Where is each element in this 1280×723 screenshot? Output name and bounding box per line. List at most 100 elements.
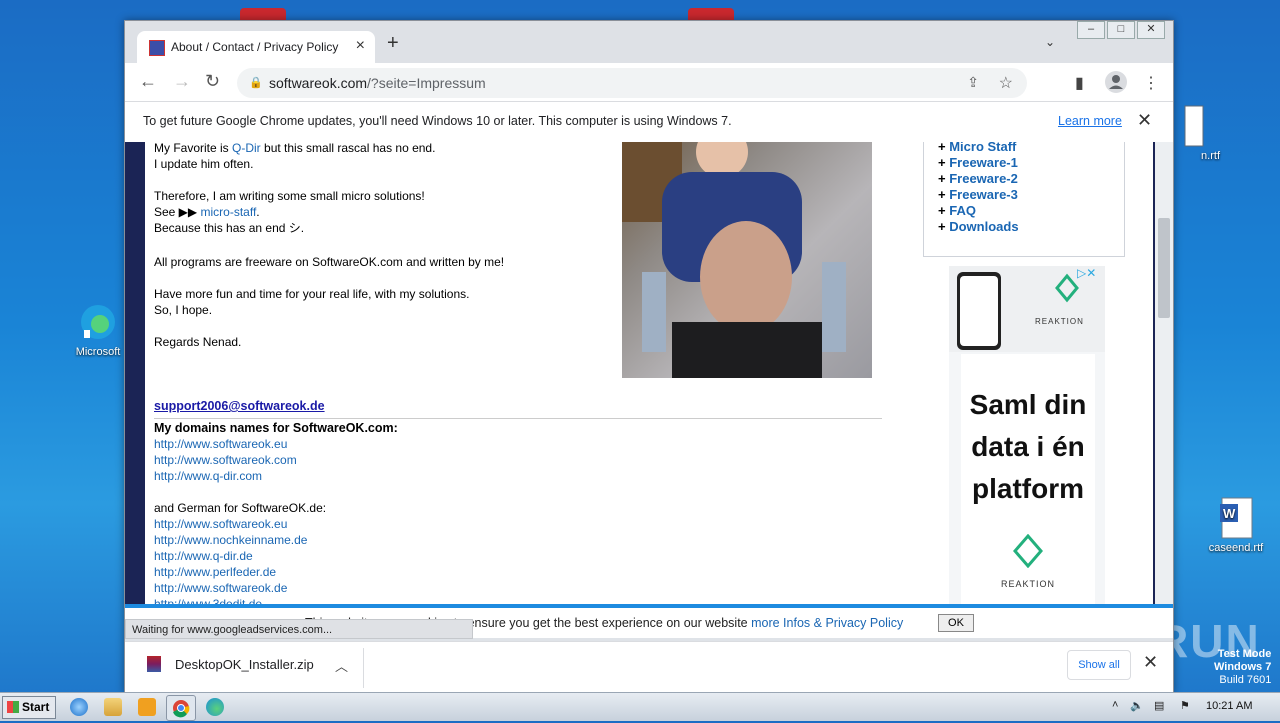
line-text: . <box>256 205 260 219</box>
ad-choices-icon[interactable]: ▷✕ <box>1077 266 1096 280</box>
side-panel-icon[interactable]: ▮ <box>1075 73 1084 93</box>
clock[interactable]: 10:21 AM <box>1206 700 1252 712</box>
german-domain-link[interactable]: http://www.perlfeder.de <box>154 564 276 580</box>
action-center-flag-icon[interactable]: ⚑ <box>1180 699 1190 712</box>
toolbar: ← → ↻ 🔒 softwareok.com/?seite=Impressum … <box>125 63 1173 101</box>
line-text: My Favorite is <box>154 142 233 155</box>
tab-search-chevron-icon[interactable]: ⌄ <box>1045 35 1055 49</box>
author-photo <box>622 142 872 378</box>
email-link[interactable]: support2006@softwareok.de <box>154 398 325 414</box>
sidebar-item-freeware-3[interactable]: + Freeware-3 <box>938 187 1018 202</box>
ad-headline: Saml din data i én platform <box>969 389 1087 504</box>
text-line: See ▶▶ micro-staff. <box>154 204 260 220</box>
qdir-link[interactable]: Q-Dir <box>232 142 261 155</box>
tab-strip: About / Contact / Privacy Policy × + ⌄ –… <box>125 21 1173 63</box>
watermark-line: Build 7601 <box>1219 674 1272 686</box>
tab-active[interactable]: About / Contact / Privacy Policy × <box>137 31 375 63</box>
windows-flag-icon <box>7 701 19 713</box>
sidebar-item-freeware-2[interactable]: + Freeware-2 <box>938 171 1018 186</box>
text-line: All programs are freeware on SoftwareOK.… <box>154 255 505 269</box>
lock-icon: 🔒 <box>249 77 263 89</box>
forward-button[interactable]: → <box>173 72 191 90</box>
menu-kebab-icon[interactable]: ⋮ <box>1143 73 1159 93</box>
sidebar-item-label: Freeware-1 <box>949 155 1018 170</box>
internet-explorer-icon[interactable] <box>70 698 88 716</box>
edge-icon[interactable] <box>206 698 224 716</box>
download-chevron-icon[interactable]: ︿ <box>335 656 348 675</box>
privacy-policy-link[interactable]: more Infos & Privacy Policy <box>751 616 903 630</box>
tray-chevron-icon[interactable]: ˄ <box>1112 699 1118 711</box>
maximize-button[interactable]: □ <box>1107 21 1135 39</box>
sidebar-menu: + Micro Staff + Freeware-1 + Freeware-2 … <box>923 142 1125 257</box>
volume-icon[interactable]: 🔈 <box>1130 699 1144 712</box>
desktop-icon-label: caseend.rtf <box>1208 542 1264 554</box>
divider <box>363 648 364 688</box>
ad-brand: REAKTION <box>1000 579 1055 589</box>
profile-avatar-icon[interactable] <box>1105 71 1127 98</box>
bookmark-star-icon[interactable]: ☆ <box>999 73 1013 93</box>
line-text: but this small rascal has no end. <box>260 142 436 155</box>
sidebar-item-faq[interactable]: + FAQ <box>938 203 976 218</box>
url-text: softwareok.com/?seite=Impressum <box>269 75 486 91</box>
sidebar-item-label: Freeware-3 <box>949 187 1018 202</box>
reload-button[interactable]: ↻ <box>205 72 220 90</box>
desktop-icon-edge[interactable]: Microsoft <box>63 300 133 358</box>
close-download-shelf-icon[interactable]: ✕ <box>1143 652 1158 673</box>
test-mode-watermark: Test Mode Windows 7 Build 7601 <box>1214 648 1271 687</box>
advertisement[interactable]: REAKTION ▷✕ Saml din data i én platform … <box>949 266 1105 604</box>
share-icon[interactable]: ⇪ <box>967 74 979 91</box>
back-button[interactable]: ← <box>139 72 157 90</box>
svg-text:W: W <box>1223 506 1236 521</box>
file-explorer-icon[interactable] <box>104 698 122 716</box>
edge-icon <box>78 300 118 344</box>
infobar-message: To get future Google Chrome updates, you… <box>143 114 732 128</box>
text-line: Have more fun and time for your real lif… <box>154 287 470 301</box>
close-tab-icon[interactable]: × <box>356 37 365 55</box>
domains-heading: My domains names for SoftwareOK.com: <box>154 421 398 435</box>
domain-link[interactable]: http://www.softwareok.com <box>154 452 297 468</box>
new-tab-button[interactable]: + <box>387 33 399 53</box>
text-line: I update him often. <box>154 157 254 171</box>
show-all-button[interactable]: Show all <box>1067 650 1131 680</box>
text-line: So, I hope. <box>154 303 213 317</box>
german-domain-link[interactable]: http://www.nochkeinname.de <box>154 532 307 548</box>
sidebar-item-label: Downloads <box>949 219 1019 234</box>
domain-link[interactable]: http://www.q-dir.com <box>154 468 262 484</box>
ad-card: Saml din data i én platform REAKTION <box>961 354 1095 604</box>
desktop-icon-caseend[interactable]: W caseend.rtf <box>1201 496 1271 554</box>
page-viewport: My Favorite is Q-Dir but this small rasc… <box>125 142 1173 604</box>
start-button[interactable]: Start <box>2 696 56 719</box>
desktop-icon-label: Microsoft <box>75 346 121 358</box>
sidebar-item-freeware-1[interactable]: + Freeware-1 <box>938 155 1018 170</box>
address-bar[interactable]: 🔒 softwareok.com/?seite=Impressum ⇪ ☆ <box>237 68 1027 98</box>
media-player-icon[interactable] <box>138 698 156 716</box>
sidebar-item-downloads[interactable]: + Downloads <box>938 219 1019 234</box>
german-domain-link[interactable]: http://www.q-dir.de <box>154 548 253 564</box>
taskbar: Start ˄ 🔈 ▤ ⚑ 10:21 AM <box>0 692 1280 721</box>
german-domain-link[interactable]: http://www.softwareok.eu <box>154 516 287 532</box>
german-heading: and German for SoftwareOK.de: <box>154 501 327 515</box>
micro-staff-link[interactable]: micro-staff <box>200 205 256 219</box>
zip-file-icon <box>147 656 161 672</box>
download-item[interactable]: DesktopOK_Installer.zip <box>175 657 314 672</box>
text-line: My Favorite is Q-Dir but this small rasc… <box>154 142 435 156</box>
domain-link[interactable]: http://www.softwareok.eu <box>154 436 287 452</box>
reaktion-logo-icon <box>1013 534 1043 568</box>
divider <box>154 418 882 419</box>
scrollbar-thumb[interactable] <box>1158 218 1170 318</box>
scrollbar[interactable] <box>1155 142 1173 604</box>
cookie-ok-button[interactable]: OK <box>938 614 974 632</box>
sidebar-item-label: FAQ <box>949 203 976 218</box>
network-icon[interactable]: ▤ <box>1154 699 1164 712</box>
close-infobar-icon[interactable]: ✕ <box>1137 110 1152 131</box>
german-domain-link[interactable]: http://www.3dedit.de <box>154 596 262 604</box>
watermark-line: Test Mode <box>1217 648 1272 660</box>
minimize-button[interactable]: – <box>1077 21 1105 39</box>
text-line: Because this has an end シ. <box>154 221 305 235</box>
german-domain-link[interactable]: http://www.softwareok.de <box>154 580 287 596</box>
sidebar-item-micro-staff[interactable]: + Micro Staff <box>938 142 1016 154</box>
chrome-icon[interactable] <box>166 695 196 721</box>
learn-more-link[interactable]: Learn more <box>1058 114 1122 128</box>
tab-title: About / Contact / Privacy Policy <box>171 40 339 54</box>
close-window-button[interactable]: ✕ <box>1137 21 1165 39</box>
